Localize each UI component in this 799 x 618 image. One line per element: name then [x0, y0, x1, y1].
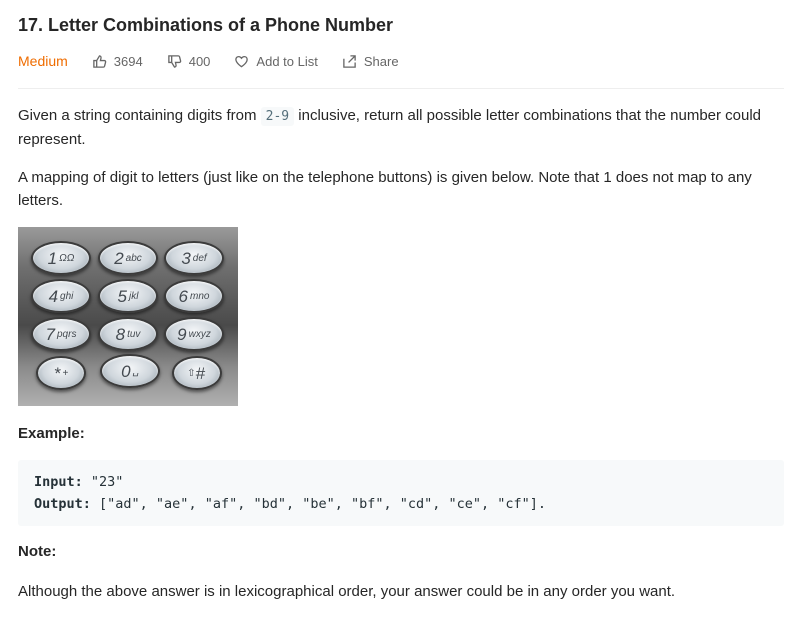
inline-code: 2-9: [260, 107, 295, 126]
keypad-key-3: 3 def: [164, 241, 224, 275]
key-letters: tuv: [127, 328, 141, 340]
header-divider: [18, 88, 784, 89]
problem-title: 17. Letter Combinations of a Phone Numbe…: [18, 15, 394, 35]
heart-icon: [235, 55, 249, 67]
input-label: Input:: [34, 474, 83, 490]
key-letters: abc: [125, 252, 142, 264]
share-icon: [343, 54, 356, 68]
key-letters: mno: [190, 290, 210, 302]
keypad-key-2: 2 abc: [98, 241, 158, 275]
key-letters: def: [192, 252, 207, 264]
add-to-list-button[interactable]: Add to List: [234, 53, 318, 69]
key-digit: 7: [45, 324, 55, 344]
key-digit: 4: [48, 286, 59, 306]
problem-description: Given a string containing digits from 2-…: [18, 104, 784, 603]
keypad-key-8: 8 tuv: [98, 317, 158, 351]
share-button[interactable]: Share: [342, 54, 399, 69]
keypad-key-5: 5 jkl: [98, 279, 158, 313]
key-digit: 9: [177, 324, 187, 344]
output-value: ["ad", "ae", "af", "bd", "be", "bf", "cd…: [90, 496, 547, 512]
key-letters: ⇧: [187, 367, 196, 379]
description-paragraph-2: A mapping of digit to letters (just like…: [18, 169, 752, 209]
input-value: "23": [82, 474, 124, 490]
keypad-key-1: 1 ΩΩ: [31, 241, 91, 275]
key-digit: 8: [115, 324, 126, 344]
description-text: Given a string containing digits from: [18, 107, 261, 124]
keypad-key-7: 7 pqrs: [31, 317, 91, 351]
phone-keypad-image: 1 ΩΩ 2 abc 3 def 4 ghi 5 jkl 6 mno 7 pqrs 8 tuv …: [18, 227, 238, 406]
key-letters: ΩΩ: [59, 252, 75, 264]
dislike-button[interactable]: 400: [167, 53, 211, 69]
description-paragraph-1: Given a string containing digits from 2-…: [18, 104, 784, 151]
key-digit: #: [195, 363, 205, 383]
add-to-list-label: Add to List: [256, 53, 318, 69]
key-letters: pqrs: [57, 328, 77, 340]
key-letters: ␣: [132, 365, 139, 377]
key-digit: 0: [121, 361, 131, 381]
key-digit: 5: [117, 286, 127, 306]
key-digit: 6: [178, 286, 188, 306]
key-digit: 3: [181, 248, 191, 268]
key-letters: ghi: [60, 290, 74, 302]
dislike-count: 400: [188, 53, 211, 69]
difficulty-label: Medium: [18, 53, 68, 69]
keypad-key-9: 9 wxyz: [164, 317, 224, 351]
example-heading: Example:: [18, 425, 85, 442]
problem-meta-bar: Medium 3694 400 Add to List Share: [18, 53, 784, 69]
share-label: Share: [363, 53, 399, 69]
keypad-key-6: 6 mno: [164, 279, 224, 313]
key-digit: 2: [114, 248, 124, 268]
keypad-key-0: 0 ␣: [100, 354, 160, 388]
keypad-key-4: 4 ghi: [31, 279, 91, 313]
like-button[interactable]: 3694: [92, 54, 143, 69]
thumbs-up-icon: [93, 54, 107, 68]
key-digit: *: [53, 363, 61, 383]
keypad-key-hash: ⇧ #: [172, 356, 222, 390]
key-letters: +: [62, 367, 69, 379]
key-digit: 1: [47, 248, 58, 268]
example-code-block: Input: "23" Output: ["ad", "ae", "af", "…: [18, 460, 784, 526]
key-letters: jkl: [129, 290, 139, 302]
note-heading: Note:: [18, 543, 57, 560]
output-label: Output:: [34, 496, 91, 512]
key-letters: wxyz: [188, 328, 211, 340]
like-count: 3694: [113, 53, 143, 69]
note-text: Although the above answer is in lexicogr…: [18, 583, 676, 600]
keypad-key-star: * +: [36, 356, 86, 390]
thumbs-down-icon: [167, 54, 182, 68]
